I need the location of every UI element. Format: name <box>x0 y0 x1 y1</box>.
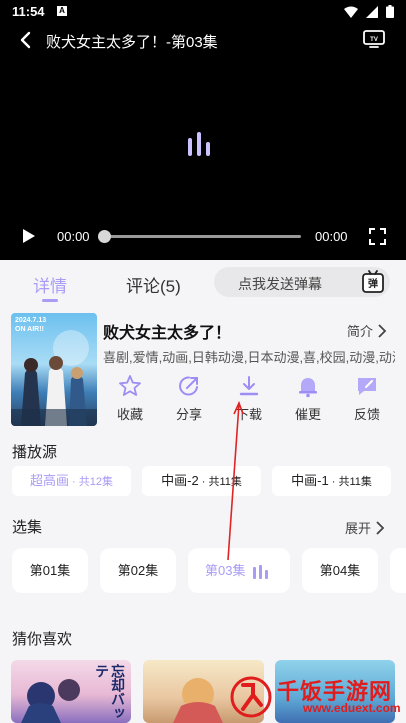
favorite-button[interactable]: 收藏 <box>107 374 153 423</box>
source-count: · 共12集 <box>69 476 114 488</box>
sources-heading: 播放源 <box>12 444 58 461</box>
feedback-button[interactable]: 反馈 <box>344 374 390 423</box>
episode-label: 第04集 <box>319 563 361 578</box>
chevron-right-icon <box>376 520 385 535</box>
danmaku-placeholder: 点我发送弹幕 <box>238 276 322 292</box>
svg-text:TV: TV <box>370 37 378 43</box>
recommend-card-1[interactable]: 忘却バッテ <box>11 660 131 723</box>
danmaku-toggle-icon[interactable]: 弹 <box>361 270 385 294</box>
favorite-label: 收藏 <box>116 407 143 422</box>
current-time: 00:00 <box>57 229 90 244</box>
remind-update-button[interactable]: 催更 <box>285 374 331 423</box>
source-chip-mid-2[interactable]: 中画-2 · 共11集 <box>142 466 261 496</box>
player-controls: 00:00 00:00 <box>0 222 406 250</box>
download-label: 下载 <box>235 407 262 422</box>
app-notification-icon: A <box>57 6 67 16</box>
svg-text:弹: 弹 <box>368 277 378 290</box>
source-name: 中画-1 <box>291 473 329 488</box>
detail-panel: 详情 评论(5) 点我发送弹幕 弹 2024.7.13 ON AIR!! 败犬女主… <box>0 260 406 723</box>
star-icon <box>119 375 141 396</box>
intro-link[interactable]: 简介 <box>347 321 387 340</box>
feedback-label: 反馈 <box>353 407 380 422</box>
source-count: · 共11集 <box>198 476 242 488</box>
action-bar: 收藏 分享 下载 催更 反馈 <box>103 374 395 426</box>
status-bar: 11:54 A <box>0 0 406 24</box>
tab-comments[interactable]: 评论(5) <box>126 272 181 297</box>
bell-icon <box>299 378 317 398</box>
episode-label: 第01集 <box>29 563 71 578</box>
watermark-url: www.eduext.com <box>303 701 401 715</box>
video-title: 败犬女主太多了！-第03集 <box>46 34 218 51</box>
recommend-heading: 猜你喜欢 <box>12 631 73 648</box>
download-button[interactable]: 下载 <box>226 374 272 423</box>
episode-next-partial[interactable] <box>390 548 406 593</box>
loading-indicator <box>188 132 210 156</box>
wifi-icon <box>344 6 358 18</box>
battery-icon <box>386 5 394 18</box>
tab-details[interactable]: 详情 <box>33 272 67 297</box>
cast-tv-icon[interactable]: TV <box>362 29 386 49</box>
show-tags: 喜剧,爱情,动画,日韩动漫,日本动漫,喜,校园,动漫,动漫 <box>103 350 395 365</box>
episode-label: 第03集 <box>205 563 246 578</box>
feedback-icon <box>358 378 376 395</box>
seek-bar[interactable] <box>104 235 301 238</box>
source-chip-mid-1[interactable]: 中画-1 · 共11集 <box>272 466 391 496</box>
expand-label: 展开 <box>345 521 372 536</box>
status-time: 11:54 <box>12 4 45 19</box>
expand-episodes-link[interactable]: 展开 <box>345 518 385 537</box>
signal-icon <box>366 5 378 18</box>
watermark-logo-icon <box>230 676 272 718</box>
download-icon <box>239 376 259 396</box>
back-arrow-icon[interactable] <box>16 30 36 50</box>
share-button[interactable]: 分享 <box>166 374 212 423</box>
show-poster[interactable]: 2024.7.13 ON AIR!! <box>11 313 97 426</box>
watermark: 千饭手游网 www.eduext.com <box>225 671 406 723</box>
share-label: 分享 <box>175 407 202 422</box>
episode-04[interactable]: 第04集 <box>302 548 378 593</box>
play-icon[interactable] <box>22 228 36 244</box>
episode-label: 第02集 <box>117 563 159 578</box>
show-title: 败犬女主太多了！ <box>103 325 232 342</box>
total-time: 00:00 <box>315 229 348 244</box>
chevron-right-icon <box>378 323 387 338</box>
episode-01[interactable]: 第01集 <box>12 548 88 593</box>
source-count: · 共11集 <box>328 476 372 488</box>
tab-active-indicator <box>42 299 58 302</box>
playing-bars-icon <box>253 565 268 579</box>
share-icon <box>179 376 198 396</box>
status-icons <box>344 5 394 18</box>
episode-03-playing[interactable]: 第03集 <box>188 548 290 593</box>
video-player[interactable]: 11:54 A 败犬女主太多了！-第03集 TV 00:00 00:00 <box>0 0 406 260</box>
recommend-card-1-title: 忘却バッテ <box>93 664 125 720</box>
episodes-heading: 选集 <box>12 519 43 536</box>
source-name: 超高画 <box>29 473 69 488</box>
seek-handle[interactable] <box>98 230 111 243</box>
source-chip-ultra-hd[interactable]: 超高画 · 共12集 <box>12 466 131 496</box>
episode-02[interactable]: 第02集 <box>100 548 176 593</box>
source-name: 中画-2 <box>161 473 199 488</box>
remind-update-label: 催更 <box>294 407 321 422</box>
fullscreen-icon[interactable] <box>369 228 386 245</box>
intro-label: 简介 <box>347 324 374 339</box>
danmaku-input[interactable]: 点我发送弹幕 弹 <box>214 267 390 297</box>
